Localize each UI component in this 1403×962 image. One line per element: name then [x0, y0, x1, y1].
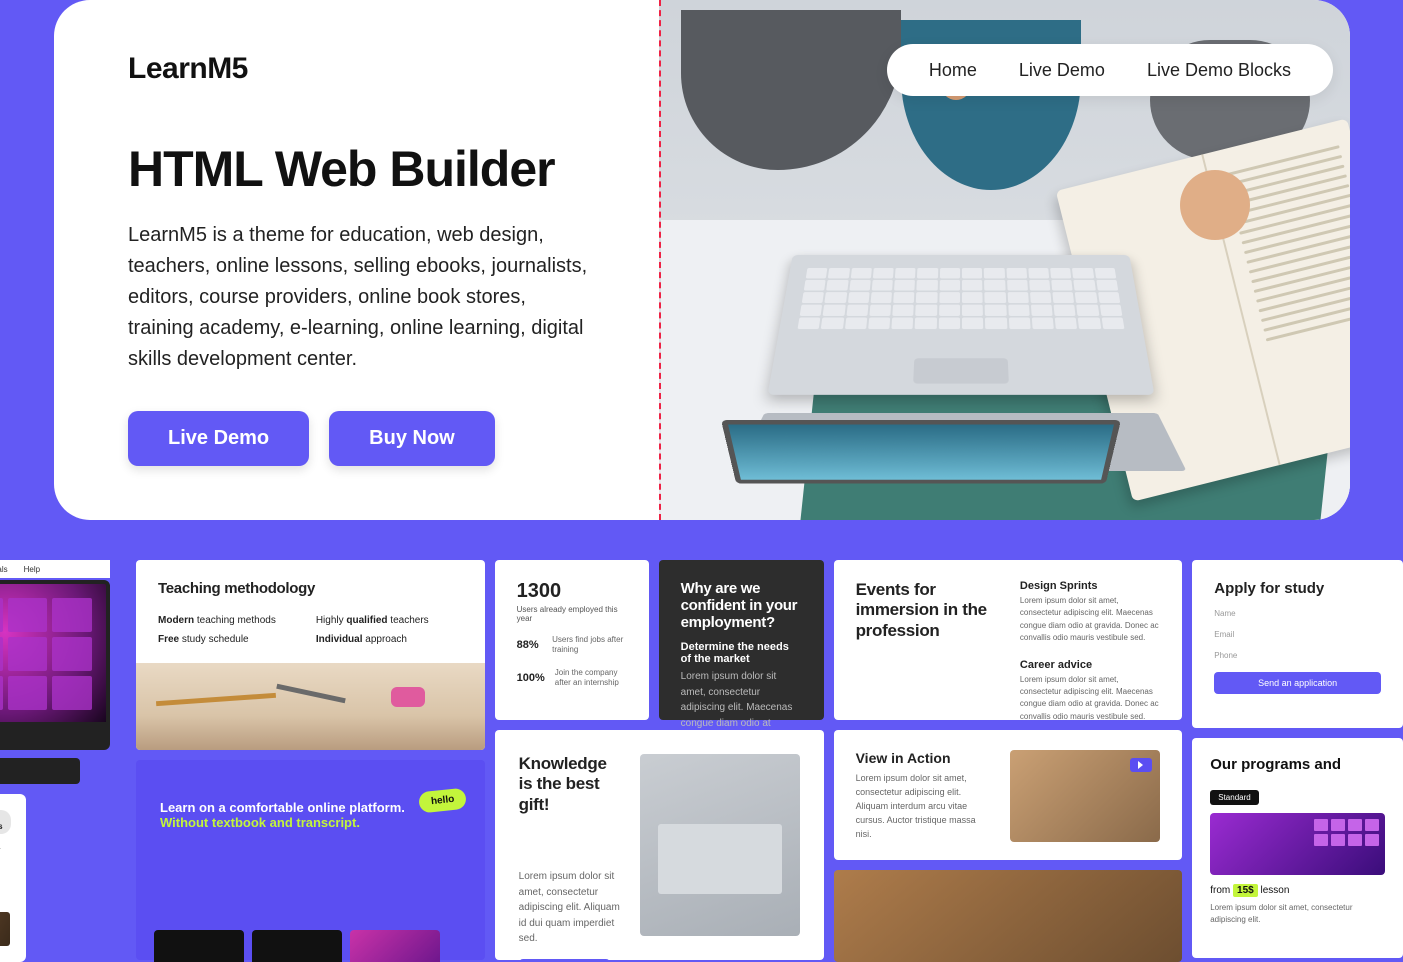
stat-row-1: 88%Users find jobs after training [517, 635, 627, 656]
mini-box-pink [350, 930, 440, 962]
stat-big-number: 1300 [517, 580, 627, 603]
programs-card: Our programs and Standard from 15$ lesso… [1192, 738, 1403, 958]
stats-card: 1300 Users already employed this year 88… [495, 560, 649, 720]
preview-column-a: Contacts Testimonials Help Level 3 8 wee… [0, 560, 126, 962]
programs-heading: Our programs and [1210, 756, 1385, 773]
events-heading: Events for immersion in the profession [856, 580, 996, 641]
teaching-heading: Teaching methodology [158, 580, 463, 597]
buy-now-button[interactable]: Buy Now [329, 411, 495, 466]
view-in-action-card: View in Action Lorem ipsum dolor sit ame… [834, 730, 1183, 860]
level-card: Level 3 8 weeks Lorem ipsum dolor amet c… [0, 794, 26, 962]
logo: LearnM5 [128, 52, 599, 86]
read-more-link[interactable]: Read More › [0, 892, 10, 902]
field-phone[interactable]: Phone [1214, 651, 1381, 660]
confidence-heading: Why are we confident in your employment? [681, 580, 802, 631]
live-demo-button[interactable]: Live Demo [128, 411, 309, 466]
template-preview-strip: Contacts Testimonials Help Level 3 8 wee… [0, 560, 1403, 962]
imac-preview: Contacts Testimonials Help [0, 560, 126, 738]
view-heading: View in Action [856, 750, 993, 766]
preview-column-d: Events for immersion in the profession D… [834, 560, 1183, 962]
teaching-methodology-card: Teaching methodology Modern teaching met… [136, 560, 485, 750]
programs-lorem: Lorem ipsum dolor sit amet, consectetur … [1210, 902, 1385, 927]
event-item-1: Design Sprints Lorem ipsum dolor sit ame… [1020, 580, 1160, 645]
mini-nav-help: Help [24, 565, 40, 574]
purple-line-2: Without textbook and transcript. [160, 815, 461, 830]
view-photo [1010, 750, 1160, 842]
comfortable-platform-card: hello Learn on a comfortable online plat… [136, 760, 485, 960]
gift-photo [640, 754, 800, 936]
top-nav: Home Live Demo Live Demo Blocks [887, 44, 1333, 96]
programs-image [1210, 813, 1385, 875]
stat-row-2: 100%Join the company after an internship [517, 668, 627, 689]
play-badge-icon [1130, 758, 1152, 772]
price-line: from 15$ lesson [1210, 885, 1385, 896]
nav-live-demo[interactable]: Live Demo [1019, 60, 1105, 81]
weeks-badge: 8 weeks [0, 810, 11, 834]
preview-column-b: Teaching methodology Modern teaching met… [136, 560, 485, 962]
mini-box-dark [154, 930, 244, 962]
standard-tag: Standard [1210, 790, 1258, 805]
events-card: Events for immersion in the profession D… [834, 560, 1183, 720]
apply-heading: Apply for study [1214, 580, 1381, 597]
field-email[interactable]: Email [1214, 630, 1381, 639]
send-application-button[interactable]: Send an application [1214, 672, 1381, 694]
preview-column-c: 1300 Users already employed this year 88… [495, 560, 824, 962]
hero-description: LearnM5 is a theme for education, web de… [128, 220, 588, 375]
hero-buttons: Live Demo Buy Now [128, 411, 599, 466]
wide-photo [834, 870, 1183, 962]
stat-subtitle: Users already employed this year [517, 605, 627, 623]
teach-col-1: Modern teaching methods Free study sched… [158, 611, 276, 649]
mini-nav-testimonials: Testimonials [0, 565, 8, 574]
apply-for-study-card: Apply for study Name Email Phone Send an… [1192, 560, 1403, 728]
confidence-card: Why are we confident in your employment?… [659, 560, 824, 720]
nav-live-demo-blocks[interactable]: Live Demo Blocks [1147, 60, 1291, 81]
preview-column-e: Apply for study Name Email Phone Send an… [1192, 560, 1403, 962]
hero-title: HTML Web Builder [128, 140, 599, 198]
desk-photo [136, 663, 485, 750]
view-lorem: Lorem ipsum dolor sit amet, consectetur … [856, 772, 993, 842]
event-item-2: Career advice Lorem ipsum dolor sit amet… [1020, 659, 1160, 724]
knowledge-gift-card: Knowledge is the best gift! Lorem ipsum … [495, 730, 824, 960]
gift-heading: Knowledge is the best gift! [519, 754, 624, 815]
nav-home[interactable]: Home [929, 60, 977, 81]
level-lorem: Lorem ipsum dolor amet consectetur elit. [0, 844, 10, 885]
purple-line-1: Learn on a comfortable online platform. [160, 800, 461, 815]
teach-col-2: Highly qualified teachers Individual app… [316, 611, 429, 649]
hero-left: LearnM5 HTML Web Builder LearnM5 is a th… [54, 0, 659, 520]
conf-sub-1: Determine the needs of the market [681, 641, 802, 665]
gift-lorem: Lorem ipsum dolor sit amet, consectetur … [519, 869, 624, 947]
level-photo [0, 912, 10, 946]
mini-box-dark [252, 930, 342, 962]
field-name[interactable]: Name [1214, 609, 1381, 618]
